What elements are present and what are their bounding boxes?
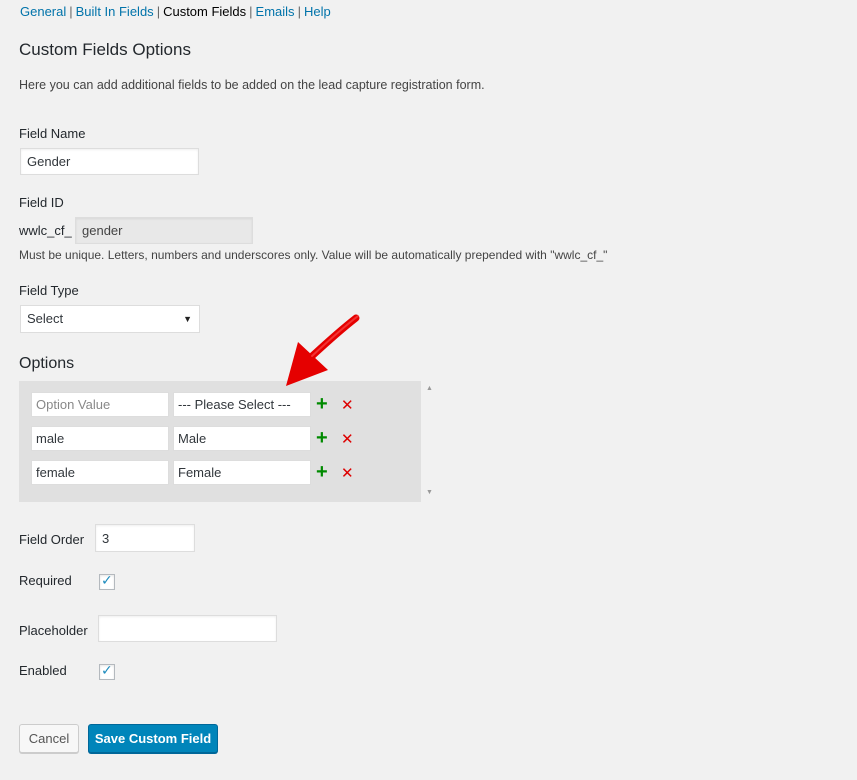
checkmark-icon: ✓ [101, 572, 113, 588]
field-type-selected: Select [27, 311, 64, 326]
field-order-input[interactable] [95, 524, 195, 552]
tab-general[interactable]: General [20, 4, 66, 19]
cross-icon[interactable]: ✕ [341, 466, 354, 482]
annotation-arrow-icon [286, 314, 360, 386]
field-name-label: Field Name [19, 126, 86, 141]
required-checkbox[interactable]: ✓ [99, 572, 115, 590]
scroll-up-icon[interactable]: ▲ [426, 385, 433, 392]
nav-separator: | [297, 4, 301, 19]
option-value-input[interactable] [31, 460, 169, 485]
option-text-input[interactable] [173, 392, 311, 417]
page-description: Here you can add additional fields to be… [19, 78, 485, 92]
settings-subnav: General | Built In Fields | Custom Fields | Em… [20, 4, 331, 19]
field-type-select[interactable]: Select ▼ [20, 305, 200, 333]
required-label: Required [19, 573, 72, 588]
field-id-prefix: wwlc_cf_ [19, 223, 72, 238]
field-id-input [75, 217, 253, 244]
nav-separator: | [156, 4, 161, 19]
option-value-input[interactable] [31, 426, 169, 451]
field-order-label: Field Order [19, 532, 85, 547]
field-id-hint: Must be unique. Letters, numbers and und… [19, 248, 608, 262]
enabled-checkbox[interactable]: ✓ [99, 662, 115, 680]
nav-separator: | [69, 4, 73, 19]
plus-icon[interactable]: + [316, 428, 328, 448]
option-text-input[interactable] [173, 460, 311, 485]
field-id-label: Field ID [19, 195, 64, 210]
field-name-input[interactable] [20, 148, 199, 175]
tab-help[interactable]: Help [304, 4, 331, 19]
placeholder-input[interactable] [98, 615, 277, 642]
page-title: Custom Fields Options [19, 40, 191, 59]
option-value-input[interactable] [31, 392, 169, 417]
cancel-button[interactable]: Cancel [19, 724, 79, 753]
tab-custom-fields[interactable]: Custom Fields [163, 4, 246, 19]
cross-icon[interactable]: ✕ [341, 398, 354, 414]
options-title: Options [19, 355, 75, 372]
field-type-label: Field Type [19, 283, 79, 298]
save-custom-field-button[interactable]: Save Custom Field [88, 724, 218, 753]
enabled-label: Enabled [19, 663, 67, 678]
placeholder-label: Placeholder [19, 623, 88, 638]
checkmark-icon: ✓ [101, 662, 113, 678]
dropdown-arrow-icon: ▼ [183, 314, 192, 324]
nav-separator: | [249, 4, 253, 19]
options-container: + ✕ + ✕ + ✕ [19, 381, 421, 502]
cross-icon[interactable]: ✕ [341, 432, 354, 448]
tab-emails[interactable]: Emails [256, 4, 295, 19]
tab-built-in-fields[interactable]: Built In Fields [76, 4, 154, 19]
plus-icon[interactable]: + [316, 462, 328, 482]
option-text-input[interactable] [173, 426, 311, 451]
plus-icon[interactable]: + [316, 394, 328, 414]
scroll-down-icon[interactable]: ▼ [426, 489, 433, 496]
